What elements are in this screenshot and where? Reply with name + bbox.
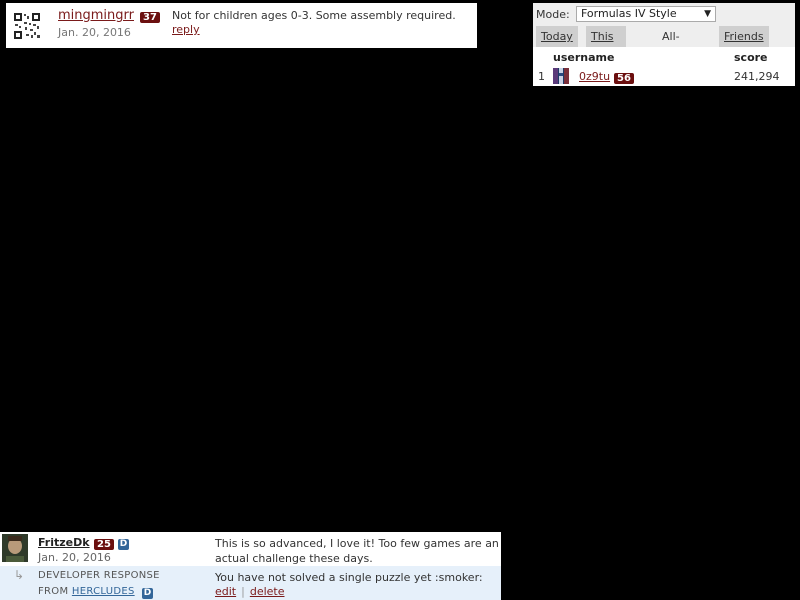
- comment-date: Jan. 20, 2016: [38, 551, 111, 564]
- comment-card-bottom: FritzeDk 25 D Jan. 20, 2016 This is so a…: [0, 532, 501, 600]
- developer-badge: D: [118, 538, 129, 550]
- leaderboard-table: username score 1 0z9tu 56 241,294: [533, 47, 795, 86]
- comment-username[interactable]: mingmingrr: [58, 8, 134, 23]
- developer-badge-wrap: D: [142, 586, 153, 599]
- tab-all-time[interactable]: All-Time: [657, 26, 694, 64]
- action-separator: |: [241, 585, 245, 598]
- developer-response: ↳ DEVELOPER RESPONSE FROM HERCLUDES D Yo…: [0, 566, 501, 600]
- level-badge-wrap: 25: [94, 537, 114, 550]
- delete-link[interactable]: delete: [250, 585, 285, 598]
- comment-date: Jan. 20, 2016: [58, 26, 131, 39]
- reply-link[interactable]: reply: [172, 23, 200, 36]
- tab-today[interactable]: Today: [536, 26, 578, 47]
- comment-card-top: mingmingrr 37 Jan. 20, 2016 Not for chil…: [6, 3, 477, 48]
- row-level-badge-wrap: 56: [614, 71, 634, 84]
- level-badge: 37: [140, 11, 160, 23]
- comment-text: This is so advanced, I love it! Too few …: [215, 537, 499, 565]
- comment-username[interactable]: FritzeDk: [38, 536, 90, 549]
- row-score: 241,294: [734, 70, 780, 83]
- mode-select[interactable]: Formulas IV Style ▼: [576, 6, 716, 22]
- row-rank: 1: [538, 70, 545, 83]
- tab-friends[interactable]: Friends: [719, 26, 769, 47]
- column-header-username: username: [553, 51, 615, 64]
- qr-code-avatar-icon[interactable]: [13, 12, 41, 40]
- caret-down-icon: ▼: [704, 9, 711, 19]
- level-badge: 25: [94, 538, 114, 550]
- level-badge: 56: [614, 72, 634, 84]
- pixel-avatar-icon[interactable]: [553, 68, 569, 84]
- developer-name-link[interactable]: HERCLUDES: [72, 586, 135, 597]
- row-username[interactable]: 0z9tu: [579, 70, 610, 83]
- developer-badge: D: [142, 587, 153, 599]
- developer-response-text: You have not solved a single puzzle yet …: [215, 571, 483, 584]
- column-header-score: score: [734, 51, 768, 64]
- user-photo-avatar-icon[interactable]: [2, 534, 28, 562]
- edit-link[interactable]: edit: [215, 585, 236, 598]
- leaderboard-widget: Mode: Formulas IV Style ▼ Today This Wee…: [533, 3, 795, 86]
- reply-arrow-icon: ↳: [14, 568, 25, 582]
- level-badge-wrap: 37: [140, 10, 160, 23]
- mode-label: Mode:: [536, 8, 570, 21]
- response-actions: edit | delete: [215, 585, 285, 598]
- developer-response-label: DEVELOPER RESPONSE: [38, 570, 160, 581]
- tab-this-week[interactable]: This Week: [586, 26, 627, 64]
- from-prefix: FROM: [38, 586, 69, 597]
- developer-badge-wrap: D: [118, 537, 129, 550]
- developer-response-from: FROM HERCLUDES: [38, 586, 135, 597]
- comment-text: Not for children ages 0-3. Some assembly…: [172, 9, 456, 22]
- mode-select-value: Formulas IV Style: [581, 7, 677, 20]
